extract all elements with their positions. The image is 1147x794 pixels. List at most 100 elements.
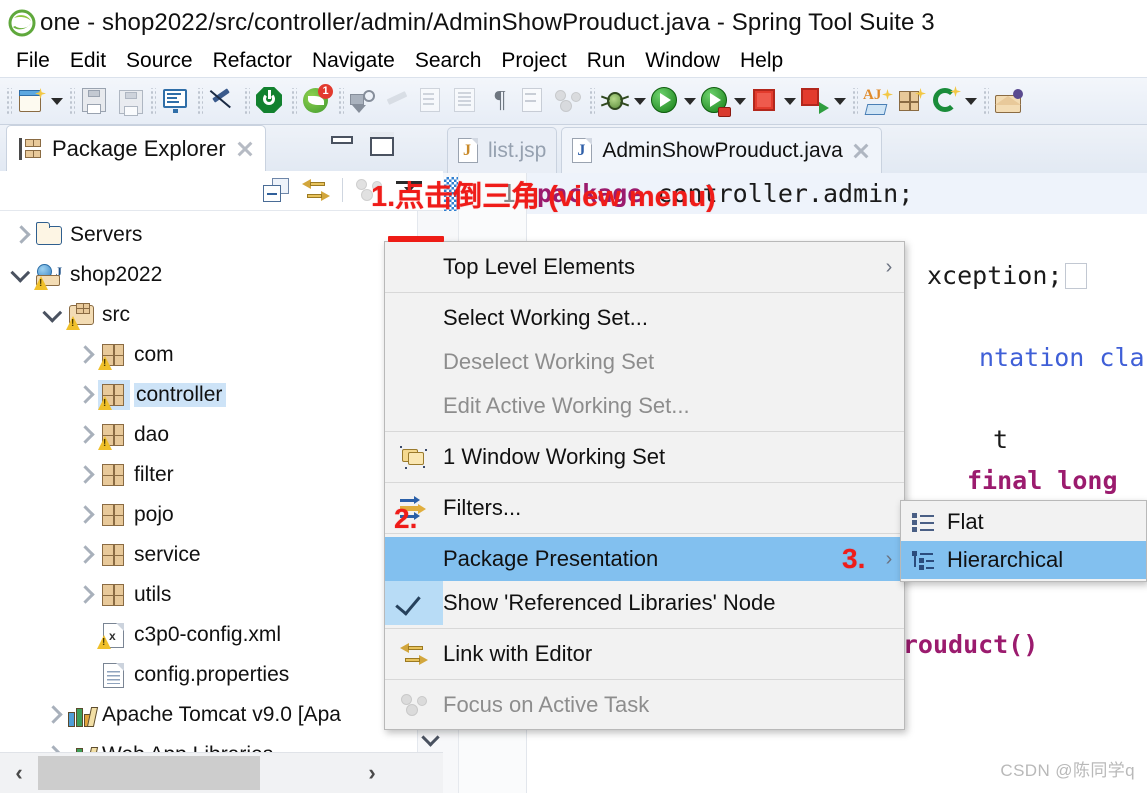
menu-item-link-with-editor[interactable]: Link with Editor xyxy=(385,632,904,676)
collapse-all-button[interactable] xyxy=(256,172,296,208)
refresh-dropdown-icon[interactable] xyxy=(963,84,979,118)
menu-edit[interactable]: Edit xyxy=(60,47,116,75)
stop-and-run-icon[interactable] xyxy=(798,84,832,118)
toggle-mark-occurrences-icon[interactable] xyxy=(206,84,240,118)
toolbar-grip[interactable] xyxy=(243,88,250,114)
toolbar-grip[interactable] xyxy=(337,88,344,114)
menu-file[interactable]: File xyxy=(6,47,60,75)
view-menu-popup[interactable]: Top Level Elements › Select Working Set.… xyxy=(384,241,905,730)
quick-fix-icon[interactable] xyxy=(381,84,415,118)
tree-item-dao[interactable]: dao xyxy=(0,415,443,455)
menu-run[interactable]: Run xyxy=(577,47,636,75)
tab-list-jsp[interactable]: J list.jsp xyxy=(447,127,558,173)
mail-icon[interactable] xyxy=(992,84,1026,118)
gray-balls-icon[interactable] xyxy=(551,84,585,118)
tree-item-filter[interactable]: filter xyxy=(0,455,443,495)
run-configuration-icon[interactable] xyxy=(698,84,732,118)
package-presentation-submenu[interactable]: Flat Hierarchical xyxy=(900,500,1147,582)
chevron-right-icon[interactable] xyxy=(8,228,34,241)
tree-item-controller[interactable]: controller xyxy=(0,375,443,415)
tree-horizontal-scrollbar[interactable]: ‹ › xyxy=(0,752,443,793)
close-icon[interactable] xyxy=(851,141,871,161)
tree-item-shop2022[interactable]: J shop2022 xyxy=(0,255,443,295)
chevron-right-icon[interactable] xyxy=(72,548,98,561)
chevron-right-icon[interactable] xyxy=(72,388,98,401)
tab-package-explorer[interactable]: Package Explorer xyxy=(6,125,266,171)
scrollbar-thumb[interactable] xyxy=(38,756,260,790)
menu-item-window-working-set[interactable]: 1 Window Working Set xyxy=(385,435,904,479)
open-task-icon[interactable] xyxy=(415,84,449,118)
new-wizard-icon[interactable] xyxy=(15,84,49,118)
tree-item-c3p0-config-xml[interactable]: x c3p0-config.xml xyxy=(0,615,443,655)
jump-to-icon[interactable] xyxy=(517,84,551,118)
stop-icon[interactable] xyxy=(748,84,782,118)
stop-dropdown-icon[interactable] xyxy=(782,84,798,118)
tab-admin-show-prouduct-java[interactable]: J AdminShowProuduct.java xyxy=(561,127,882,173)
tree-item-servers[interactable]: Servers xyxy=(0,215,443,255)
minimize-view-button[interactable] xyxy=(329,133,357,155)
chevron-right-icon[interactable] xyxy=(72,428,98,441)
tree-item-web-app-libraries[interactable]: Web App Libraries xyxy=(0,735,443,752)
chevron-right-icon[interactable] xyxy=(72,348,98,361)
link-with-editor-button[interactable] xyxy=(296,172,336,208)
chevron-down-icon[interactable] xyxy=(40,308,66,322)
toolbar-grip[interactable] xyxy=(68,88,75,114)
menu-source[interactable]: Source xyxy=(116,47,203,75)
toolbar-grip[interactable] xyxy=(5,88,12,114)
tree-item-utils[interactable]: utils xyxy=(0,575,443,615)
toolbar-grip[interactable] xyxy=(588,88,595,114)
refresh-icon[interactable] xyxy=(929,84,963,118)
menu-help[interactable]: Help xyxy=(730,47,793,75)
pilcrow-icon[interactable]: ¶ xyxy=(483,84,517,118)
chevron-right-icon[interactable] xyxy=(40,708,66,721)
toolbar-grip[interactable] xyxy=(851,88,858,114)
tree-item-config-properties[interactable]: config.properties xyxy=(0,655,443,695)
menu-item-top-level-elements[interactable]: Top Level Elements › xyxy=(385,245,904,289)
menu-item-select-working-set[interactable]: Select Working Set... xyxy=(385,296,904,340)
boot-dashboard-power-icon[interactable] xyxy=(253,84,287,118)
chevron-left-icon[interactable]: ‹ xyxy=(0,753,38,794)
tree-item-service[interactable]: service xyxy=(0,535,443,575)
menu-item-show-referenced-libraries-node[interactable]: Show 'Referenced Libraries' Node xyxy=(385,581,904,625)
run-icon[interactable] xyxy=(648,84,682,118)
package-explorer-tree[interactable]: Servers J shop2022 src xyxy=(0,210,443,752)
tree-item-com[interactable]: com xyxy=(0,335,443,375)
chevron-right-icon[interactable] xyxy=(72,588,98,601)
save-icon[interactable] xyxy=(78,84,112,118)
toolbar-grip[interactable] xyxy=(982,88,989,114)
debug-dropdown-icon[interactable] xyxy=(632,84,648,118)
menu-refactor[interactable]: Refactor xyxy=(203,47,302,75)
menu-project[interactable]: Project xyxy=(491,47,576,75)
menu-item-package-presentation[interactable]: Package Presentation › xyxy=(385,537,904,581)
menu-window[interactable]: Window xyxy=(635,47,730,75)
new-wizard-dropdown-icon[interactable] xyxy=(49,84,65,118)
outline-list-icon[interactable] xyxy=(449,84,483,118)
chevron-down-icon[interactable] xyxy=(8,268,34,282)
run-dropdown-icon[interactable] xyxy=(682,84,698,118)
new-package-icon[interactable] xyxy=(895,84,929,118)
chevron-down-icon[interactable] xyxy=(422,728,440,746)
close-icon[interactable] xyxy=(235,139,255,159)
menu-item-hierarchical[interactable]: Hierarchical xyxy=(901,541,1146,579)
run-configuration-dropdown-icon[interactable] xyxy=(732,84,748,118)
chevron-right-icon[interactable] xyxy=(72,468,98,481)
chevron-right-icon[interactable] xyxy=(72,508,98,521)
chevron-right-icon[interactable]: › xyxy=(353,753,391,794)
menu-navigate[interactable]: Navigate xyxy=(302,47,405,75)
menu-search[interactable]: Search xyxy=(405,47,492,75)
tree-item-src[interactable]: src xyxy=(0,295,443,335)
tree-item-pojo[interactable]: pojo xyxy=(0,495,443,535)
menu-item-flat[interactable]: Flat xyxy=(901,503,1146,541)
save-all-icon[interactable] xyxy=(112,84,146,118)
toolbar-grip[interactable] xyxy=(290,88,297,114)
debug-icon[interactable] xyxy=(598,84,632,118)
menu-item-filters[interactable]: Filters... xyxy=(385,486,904,530)
spring-boot-icon[interactable]: 1 xyxy=(300,84,334,118)
toolbar-grip[interactable] xyxy=(149,88,156,114)
tree-item-apache-tomcat[interactable]: Apache Tomcat v9.0 [Apa xyxy=(0,695,443,735)
open-type-icon[interactable]: AJ xyxy=(861,84,895,118)
open-console-icon[interactable] xyxy=(159,84,193,118)
maximize-view-button[interactable] xyxy=(367,129,397,159)
stop-and-run-dropdown-icon[interactable] xyxy=(832,84,848,118)
toolbar-grip[interactable] xyxy=(196,88,203,114)
